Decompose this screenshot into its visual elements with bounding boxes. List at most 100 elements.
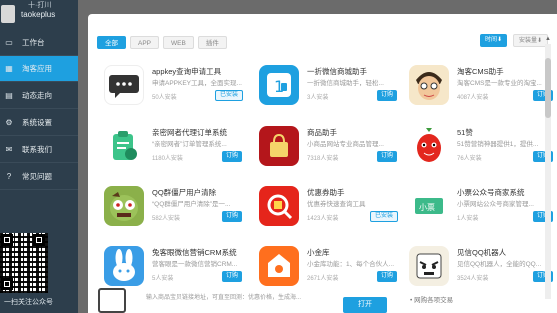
app-desc: 淘客CMS是一款专业的淘宝... xyxy=(457,80,542,87)
app-name: 兔客眼微信营销CRM系统 xyxy=(152,248,237,257)
app-name: 小票公众号商家系统 xyxy=(457,188,525,197)
app-name: 51赞 xyxy=(457,128,473,137)
app-card[interactable]: QQ群僵尸用户清除 “QQ群僵尸用户清除”是一... 582人安装 订购 xyxy=(104,186,254,238)
app-desc: 优惠券快速查询工具 xyxy=(307,201,366,208)
installed-button[interactable]: 已安装 xyxy=(370,211,399,222)
app-desc: 51赞营销神器提供1，提供... xyxy=(457,141,539,148)
qr-finder xyxy=(33,234,45,246)
filter-plugin[interactable]: 插件 xyxy=(197,36,227,49)
sort-by-time-button[interactable]: 时间⬇ xyxy=(480,34,508,47)
qr-finder xyxy=(1,278,13,290)
qr-caption: 一扫关注公众号 xyxy=(4,299,53,306)
app-name: 亲密网者代理订单系统 xyxy=(152,128,227,137)
install-count: 582人安装 xyxy=(152,216,181,222)
coupon-icon xyxy=(259,186,299,226)
install-count: 3524人安装 xyxy=(457,276,489,282)
order-button[interactable]: 订购 xyxy=(222,151,243,162)
box-icon xyxy=(98,288,126,313)
sidebar-item-contact[interactable]: ✉ 联系我们 xyxy=(0,137,78,163)
app-name: 淘客CMS助手 xyxy=(457,67,504,76)
qr-code xyxy=(0,233,48,293)
scroll-thumb[interactable] xyxy=(545,58,551,118)
question-icon: ? xyxy=(6,172,12,181)
order-button[interactable]: 订购 xyxy=(222,271,243,282)
filter-web[interactable]: WEB xyxy=(163,36,194,49)
app-name: 见信QQ机器人 xyxy=(457,248,507,257)
appkey-chat-icon xyxy=(104,65,144,105)
pepper-icon xyxy=(409,126,449,166)
rabbit-icon xyxy=(104,246,144,286)
sidebar-item-apps[interactable]: ▦ 淘客应用 xyxy=(0,56,78,82)
clipboard-icon xyxy=(104,126,144,166)
bottom-desc: 输入商品宝贝链接地址，可直至回测：优惠价格，生成海... xyxy=(146,295,302,301)
app-desc: “QQ群僵尸用户清除”是一... xyxy=(152,201,231,208)
install-count: 5人安装 xyxy=(152,276,174,282)
sidebar-item-label: 常见问题 xyxy=(22,172,52,181)
app-desc: “亲密网者”订单管理系统... xyxy=(152,141,227,148)
order-button[interactable]: 订购 xyxy=(377,151,398,162)
app-desc: 申请APPKEY工具，全面实现... xyxy=(152,80,242,87)
app-name: 一折微信商城助手 xyxy=(307,67,367,76)
sidebar-item-label: 系统设置 xyxy=(22,118,52,127)
install-count: 1180人安装 xyxy=(152,156,183,162)
app-store-panel: 全部 APP WEB 插件 时间⬇ 安装量⬇ appkey查询申请工具 申请AP… xyxy=(88,14,557,313)
install-count: 2671人安装 xyxy=(307,276,339,282)
app-name: 商品助手 xyxy=(307,128,337,137)
filter-all[interactable]: 全部 xyxy=(97,36,126,49)
install-count: 7318人安装 xyxy=(307,156,339,162)
install-count: 4087人安装 xyxy=(457,95,489,101)
app-desc: 小商品网站专业商品管理... xyxy=(307,141,384,148)
sidebar-item-workbench[interactable]: ▭ 工作台 xyxy=(0,30,78,56)
sidebar-item-label: 联系我们 xyxy=(22,145,52,154)
sidebar: taokeplus 十·打川 ▭ 工作台 ▦ 淘客应用 ▤ 动态走向 ⚙ 系统设… xyxy=(0,0,78,313)
piggybank-icon xyxy=(259,246,299,286)
zombie-icon xyxy=(104,186,144,226)
filter-app[interactable]: APP xyxy=(130,36,160,49)
sort-by-installs-button[interactable]: 安装量⬇ xyxy=(513,34,549,47)
sidebar-item-faq[interactable]: ? 常见问题 xyxy=(0,164,78,190)
app-card[interactable]: 优惠券助手 优惠券快速查询工具 1423人安装 已安装 xyxy=(259,186,409,238)
order-button[interactable]: 订购 xyxy=(377,90,398,101)
app-card[interactable]: 见信QQ机器人 见信QQ机器人，全能的QQ... 3524人安装 订购 xyxy=(409,246,557,298)
app-name: 优惠券助手 xyxy=(307,188,345,197)
robot-icon xyxy=(409,246,449,286)
app-name: QQ群僵尸用户清除 xyxy=(152,188,217,197)
character-icon xyxy=(409,65,449,105)
sidebar-item-settings[interactable]: ⚙ 系统设置 xyxy=(0,110,78,136)
grid-icon: ▦ xyxy=(5,64,13,73)
app-desc: 小金库功能：1、每个合伙人... xyxy=(307,261,395,268)
order-button[interactable]: 订购 xyxy=(377,271,398,282)
sidebar-item-trends[interactable]: ▤ 动态走向 xyxy=(0,83,78,109)
installed-button[interactable]: 已安装 xyxy=(215,90,244,101)
username: taokeplus xyxy=(21,9,56,19)
avatar[interactable] xyxy=(1,5,15,23)
svg-text:小票: 小票 xyxy=(419,203,435,212)
ticket-icon: 小票 xyxy=(409,186,449,226)
app-card[interactable]: 商品助手 小商品网站专业商品管理... 7318人安装 订购 xyxy=(259,126,409,178)
install-count: 1人安装 xyxy=(457,216,479,222)
app-desc: 一折微信商城助手，轻松... xyxy=(307,80,384,87)
app-card[interactable]: appkey查询申请工具 申请APPKEY工具，全面实现... 50人安装 已安… xyxy=(104,65,254,117)
open-button[interactable]: 打开 xyxy=(343,297,387,313)
scroll-up-icon[interactable]: ▲ xyxy=(545,36,551,42)
install-count: 3人安装 xyxy=(307,95,329,101)
list-icon: ▤ xyxy=(5,91,13,100)
order-button[interactable]: 订购 xyxy=(222,211,243,222)
app-desc: 小票网站公众号商家管理... xyxy=(457,201,534,208)
app-desc: 见信QQ机器人，全能的QQ... xyxy=(457,261,542,268)
qr-finder xyxy=(1,234,13,246)
app-name: appkey查询申请工具 xyxy=(152,67,222,76)
sidebar-item-label: 动态走向 xyxy=(22,91,52,100)
app-name: 小金库 xyxy=(307,248,330,257)
app-desc: 营客眼是一款微信营销CRM... xyxy=(152,261,238,268)
sidebar-item-label: 工作台 xyxy=(22,38,45,47)
shop-icon: 1 xyxy=(259,65,299,105)
scrollbar[interactable] xyxy=(545,44,551,299)
install-count: 50人安装 xyxy=(152,95,177,101)
app-card[interactable]: 1 一折微信商城助手 一折微信商城助手，轻松... 3人安装 订购 xyxy=(259,65,409,117)
app-card[interactable]: 淘客CMS助手 淘客CMS是一款专业的淘宝... 4087人安装 订购 xyxy=(409,65,557,117)
app-card[interactable]: 51赞 51赞营销神器提供1，提供... 76人安装 订购 xyxy=(409,126,557,178)
app-card[interactable]: 小票 小票公众号商家系统 小票网站公众号商家管理... 1人安装 订购 xyxy=(409,186,557,238)
app-card[interactable]: 亲密网者代理订单系统 “亲密网者”订单管理系统... 1180人安装 订购 xyxy=(104,126,254,178)
right-link[interactable]: • 网购各项交易 xyxy=(410,294,453,304)
